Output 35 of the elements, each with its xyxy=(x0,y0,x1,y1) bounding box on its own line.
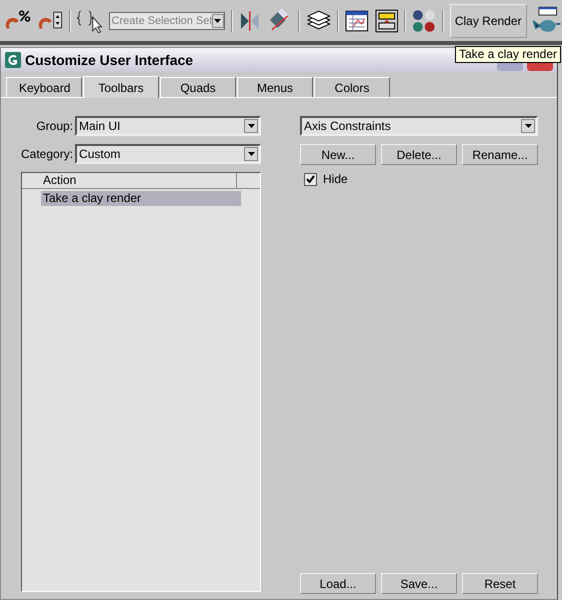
list-item[interactable]: Take a clay render xyxy=(41,191,241,206)
dropdown-arrow-icon xyxy=(248,124,254,128)
check-icon xyxy=(306,175,315,183)
window-title: Customize User Interface xyxy=(25,52,194,68)
tab[interactable]: Keyboard xyxy=(6,77,82,97)
dialog-button[interactable]: New... xyxy=(300,144,376,165)
dropdown-arrow-icon xyxy=(214,18,222,22)
dialog-button[interactable]: Load... xyxy=(300,573,376,594)
dialog-button[interactable]: Rename... xyxy=(462,144,538,165)
mirror-icon[interactable] xyxy=(238,8,260,32)
hide-checkbox[interactable] xyxy=(304,172,317,186)
dialog-button[interactable]: Save... xyxy=(381,573,457,594)
group-label: Group: xyxy=(36,119,73,133)
dialog-button[interactable]: Reset xyxy=(462,573,538,594)
tab[interactable]: Menus xyxy=(237,77,313,97)
column-header[interactable]: Action xyxy=(22,173,237,188)
group-dropdown[interactable]: Main UI xyxy=(75,116,261,136)
category-dropdown[interactable]: Custom xyxy=(75,144,261,164)
dialog-button[interactable]: Delete... xyxy=(381,144,457,165)
hide-label: Hide xyxy=(323,172,348,186)
app-logo-icon xyxy=(5,52,21,68)
tab[interactable]: Colors xyxy=(314,77,390,97)
toolbar-dropdown[interactable]: Axis Constraints xyxy=(300,116,538,136)
dropdown-arrow-icon xyxy=(248,152,254,156)
schematic-icon[interactable] xyxy=(374,8,398,32)
category-label: Category: xyxy=(21,147,74,161)
tooltip: Take a clay render xyxy=(454,46,561,63)
dropdown-arrow-icon xyxy=(524,124,532,128)
tab[interactable]: Quads xyxy=(160,77,236,97)
clay-render-button[interactable]: Clay Render xyxy=(450,4,527,38)
tab[interactable]: Toolbars xyxy=(83,76,159,98)
layers-icon[interactable] xyxy=(306,10,332,32)
selection-set-placeholder: Create Selection Set xyxy=(112,14,212,26)
track-view-icon[interactable] xyxy=(345,10,369,32)
material-balls-icon[interactable] xyxy=(412,8,436,32)
